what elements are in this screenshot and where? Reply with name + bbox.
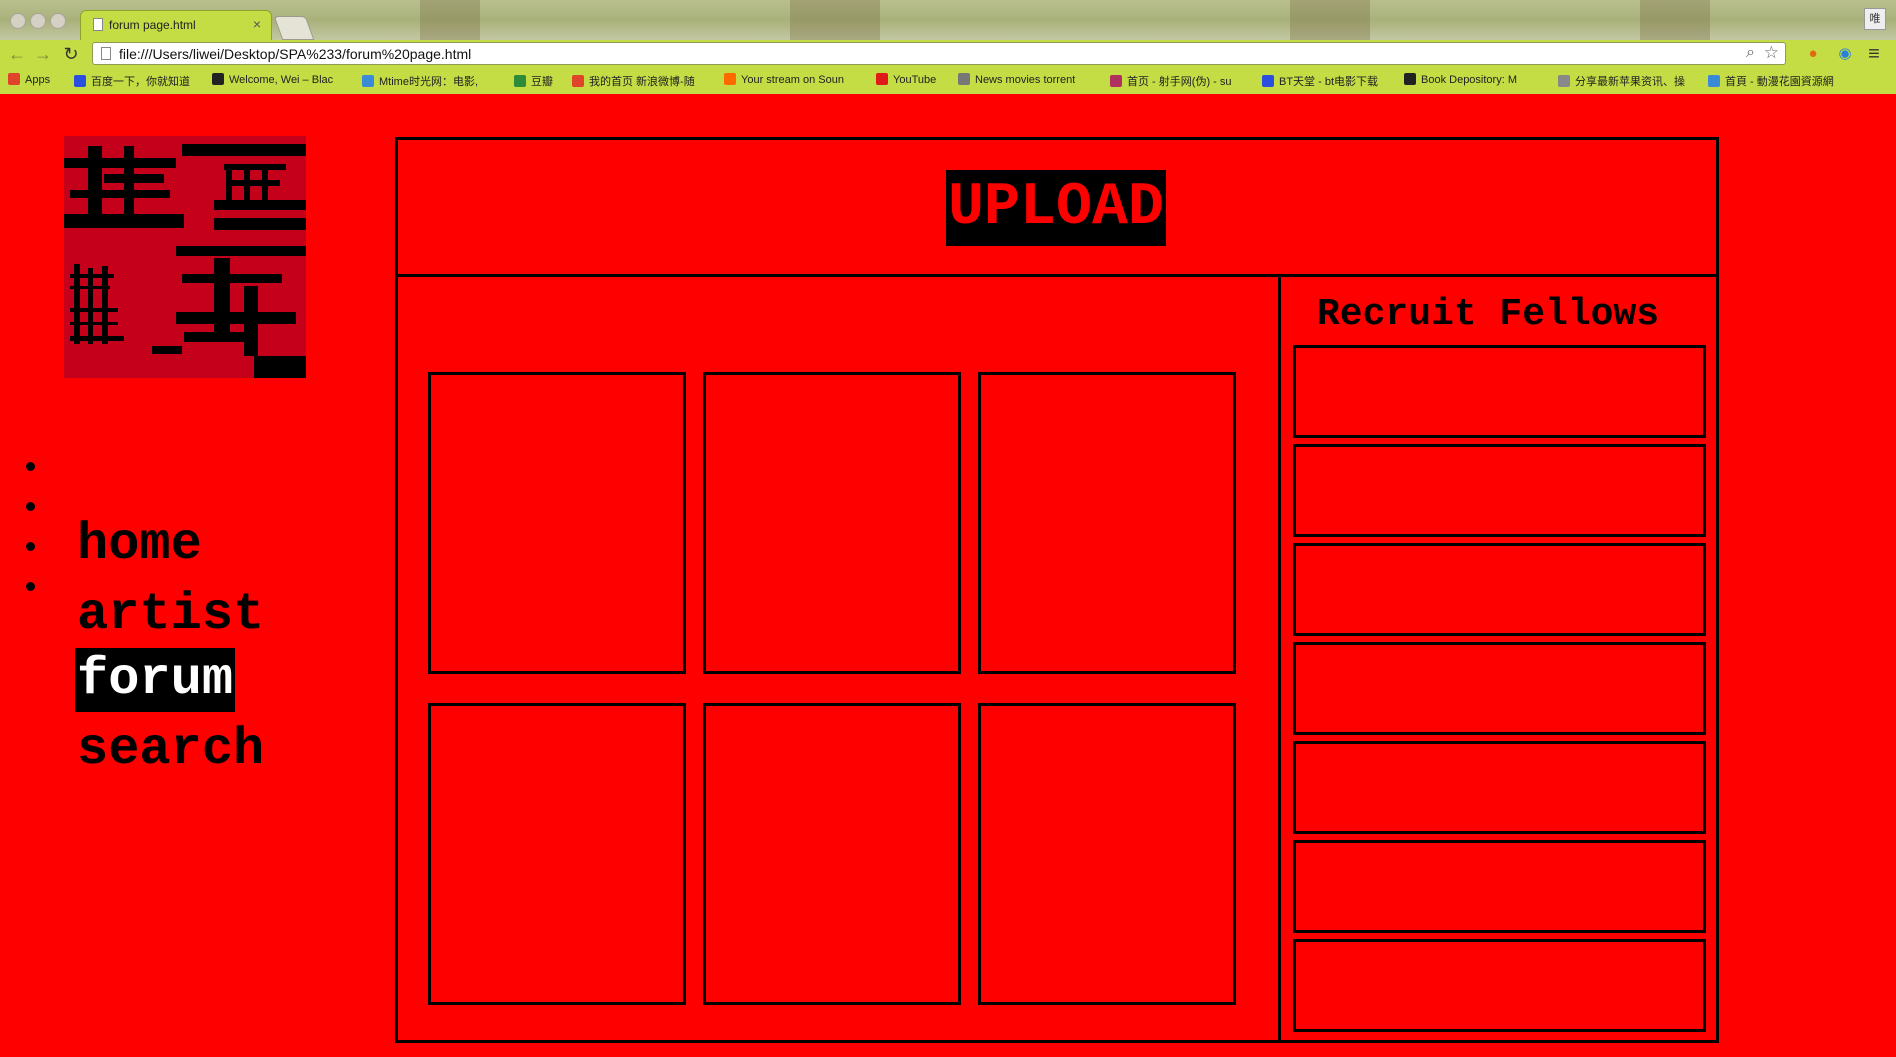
nav-item-artist[interactable]: artist xyxy=(75,583,266,647)
browser-toolbar: ← → ↻ file:///Users/liwei/Desktop/SPA%23… xyxy=(0,40,1896,68)
tabstrip-decoration xyxy=(1640,0,1710,40)
bookmark-item[interactable]: Mtime时光网：电影, xyxy=(362,73,478,89)
bookmark-item[interactable]: BT天堂 - bt电影下载 xyxy=(1262,73,1378,89)
recruit-slot[interactable] xyxy=(1293,840,1706,933)
bookmark-label: 首頁 - 動漫花園資源網 xyxy=(1725,76,1834,88)
post-card[interactable] xyxy=(978,372,1236,674)
post-card[interactable] xyxy=(978,703,1236,1005)
forward-arrow-icon[interactable]: → xyxy=(32,43,54,65)
bookmark-label: 百度一下，你就知道 xyxy=(91,76,190,88)
window-zoom-button[interactable] xyxy=(50,13,66,29)
bookmark-favicon-icon xyxy=(724,73,736,85)
recruit-slot[interactable] xyxy=(1293,642,1706,735)
recruit-slot[interactable] xyxy=(1293,444,1706,537)
recruit-slot[interactable] xyxy=(1293,543,1706,636)
bookmark-label: News movies torrent xyxy=(975,74,1076,86)
list-bullet xyxy=(26,502,35,511)
list-bullet xyxy=(26,462,35,471)
list-bullet xyxy=(26,582,35,591)
post-grid xyxy=(398,277,1281,1040)
back-arrow-icon[interactable]: ← xyxy=(6,43,28,65)
bookmark-label: Apps xyxy=(25,74,51,86)
bookmark-item[interactable]: 分享最新苹果资讯、操 xyxy=(1558,73,1685,89)
reload-icon[interactable]: ↻ xyxy=(60,43,82,65)
recruit-slot[interactable] xyxy=(1293,939,1706,1032)
bookmark-label: 豆瓣 xyxy=(531,76,553,88)
recruit-sidebar: Recruit Fellows xyxy=(1281,277,1716,1040)
logo xyxy=(64,136,306,378)
bookmark-favicon-icon xyxy=(876,73,888,85)
bookmark-item[interactable]: Welcome, Wei – Blac xyxy=(212,73,333,89)
logo-glitch-graphic xyxy=(64,136,306,378)
browser-chrome: forum page.html × 唯 ← → ↻ file:///Users/… xyxy=(0,0,1896,94)
bookmark-favicon-icon xyxy=(514,75,526,87)
bookmark-favicon-icon xyxy=(1262,75,1274,87)
recruit-slot[interactable] xyxy=(1293,741,1706,834)
bookmark-item[interactable]: News movies torrent xyxy=(958,73,1075,89)
zoom-icon[interactable]: ⌕ xyxy=(1746,44,1755,62)
post-card[interactable] xyxy=(703,703,961,1005)
post-card[interactable] xyxy=(428,372,686,674)
recruit-title: Recruit Fellows xyxy=(1317,293,1660,336)
extension-fox-icon[interactable]: ● xyxy=(1803,44,1823,64)
bookmark-label: Welcome, Wei – Blac xyxy=(229,74,334,86)
tabstrip-decoration xyxy=(420,0,480,40)
bookmark-label: 首页 - 射手网(伪) - su xyxy=(1127,76,1232,88)
forum-panel: UPLOAD Recruit Fellows xyxy=(395,137,1719,1043)
tab-close-icon[interactable]: × xyxy=(253,16,261,32)
page-icon xyxy=(101,47,111,60)
bookmark-label: YouTube xyxy=(893,74,937,86)
new-tab-button[interactable] xyxy=(273,16,315,40)
bookmark-item[interactable]: 首頁 - 動漫花園資源網 xyxy=(1708,73,1834,89)
page-icon xyxy=(93,18,103,31)
address-url[interactable]: file:///Users/liwei/Desktop/SPA%233/foru… xyxy=(119,46,471,62)
nav-item-search[interactable]: search xyxy=(75,718,266,782)
nav-item-home[interactable]: home xyxy=(75,513,204,577)
bookmark-item[interactable]: 我的首页 新浪微博-随 xyxy=(572,73,695,89)
bookmark-favicon-icon xyxy=(1404,73,1416,85)
profile-button[interactable]: 唯 xyxy=(1864,8,1886,30)
tab-title: forum page.html xyxy=(109,18,196,32)
window-close-button[interactable] xyxy=(10,13,26,29)
bookmark-label: 我的首页 新浪微博-随 xyxy=(589,76,695,88)
list-bullet xyxy=(26,542,35,551)
bookmark-favicon-icon xyxy=(1708,75,1720,87)
bookmark-favicon-icon xyxy=(958,73,970,85)
bookmark-favicon-icon xyxy=(74,75,86,87)
tabstrip-decoration xyxy=(790,0,880,40)
bookmark-label: BT天堂 - bt电影下载 xyxy=(1279,76,1379,88)
tab-strip: forum page.html × 唯 xyxy=(0,0,1896,40)
bookmark-label: 分享最新苹果资讯、操 xyxy=(1575,76,1685,88)
bookmark-favicon-icon xyxy=(572,75,584,87)
nav-item-forum[interactable]: forum xyxy=(75,648,236,712)
bookmark-item[interactable]: 首页 - 射手网(伪) - su xyxy=(1110,73,1232,89)
upload-header: UPLOAD xyxy=(398,140,1716,277)
bookmark-favicon-icon xyxy=(1110,75,1122,87)
tabstrip-decoration xyxy=(1290,0,1370,40)
bookmark-item[interactable]: Book Depository: M xyxy=(1404,73,1517,89)
address-bar[interactable]: file:///Users/liwei/Desktop/SPA%233/foru… xyxy=(92,42,1786,65)
bookmark-favicon-icon xyxy=(362,75,374,87)
post-card[interactable] xyxy=(428,703,686,1005)
recruit-slot[interactable] xyxy=(1293,345,1706,438)
window-minimize-button[interactable] xyxy=(30,13,46,29)
bookmark-favicon-icon xyxy=(212,73,224,85)
bookmark-item[interactable]: Apps xyxy=(8,73,50,89)
bookmarks-bar: Apps 百度一下，你就知道 Welcome, Wei – Blac Mtime时光网… xyxy=(0,68,1896,94)
bookmark-item[interactable]: Your stream on Soun xyxy=(724,73,844,89)
bookmark-item[interactable]: YouTube xyxy=(876,73,936,89)
bookmark-label: Mtime时光网：电影, xyxy=(379,76,478,88)
bookmark-favicon-icon xyxy=(1558,75,1570,87)
bookmark-label: Book Depository: M xyxy=(1421,74,1517,86)
bookmark-star-icon[interactable]: ☆ xyxy=(1764,43,1779,63)
upload-button[interactable]: UPLOAD xyxy=(946,170,1167,246)
post-card[interactable] xyxy=(703,372,961,674)
bookmark-favicon-icon xyxy=(8,73,20,85)
browser-tab[interactable]: forum page.html × xyxy=(80,10,272,40)
bookmark-item[interactable]: 百度一下，你就知道 xyxy=(74,73,190,89)
bookmark-item[interactable]: 豆瓣 xyxy=(514,73,553,89)
bookmark-label: Your stream on Soun xyxy=(741,74,844,86)
extension-refresh-icon[interactable]: ◉ xyxy=(1835,44,1855,64)
menu-icon[interactable]: ≡ xyxy=(1864,44,1884,64)
